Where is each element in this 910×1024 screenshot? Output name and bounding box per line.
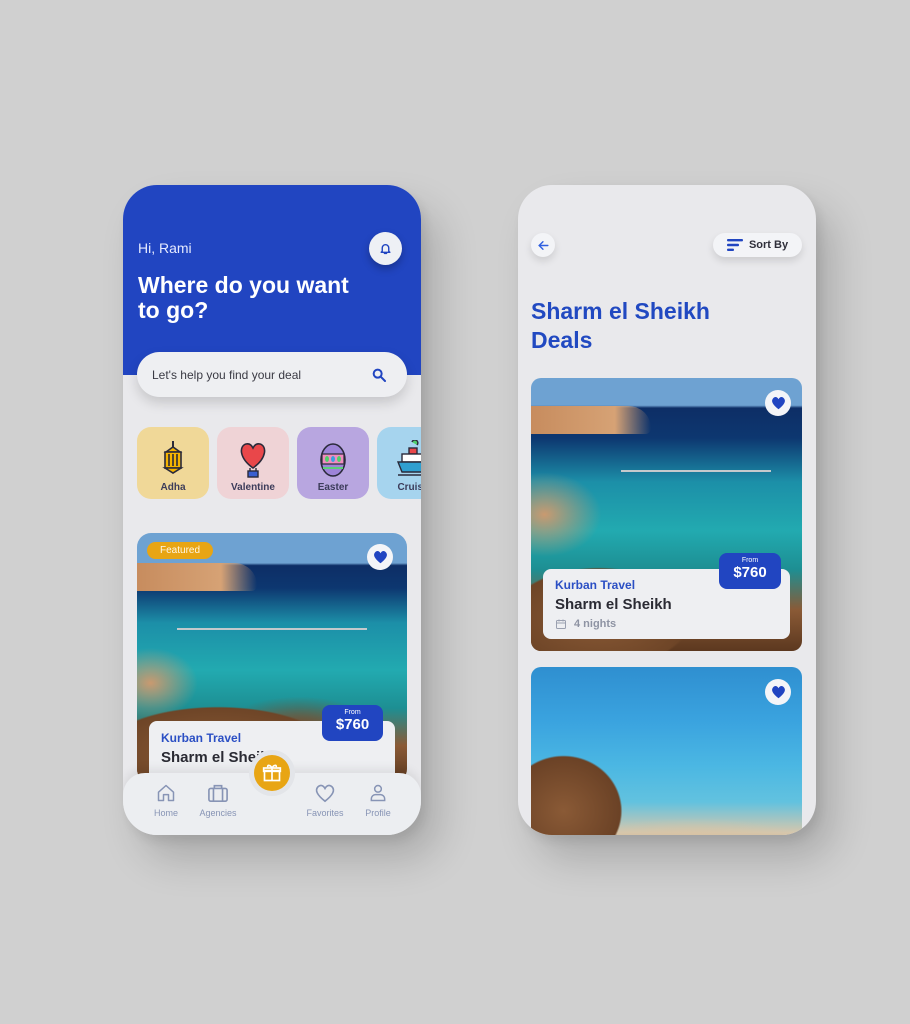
user-icon xyxy=(370,784,386,802)
favorite-button[interactable] xyxy=(367,544,393,570)
photo-pier xyxy=(621,470,771,472)
deal-card[interactable]: Kurban Travel Sharm el Sheikh 4 nights F… xyxy=(531,378,802,651)
category-easter[interactable]: Easter xyxy=(297,427,369,499)
category-label: Cruise xyxy=(397,482,421,493)
page-title: Sharm el Sheikh Deals xyxy=(531,298,710,353)
price-prefix: From xyxy=(741,557,759,564)
greeting-text: Hi, Rami xyxy=(138,240,192,256)
back-button[interactable] xyxy=(531,233,555,257)
sort-button[interactable]: Sort By xyxy=(713,233,802,257)
nav-label: Favorites xyxy=(306,808,344,818)
search-placeholder: Let's help you find your deal xyxy=(152,367,302,382)
gift-icon xyxy=(262,764,282,782)
heart-balloon-icon xyxy=(240,443,266,478)
price-value: $760 xyxy=(733,564,767,581)
heart-filled-icon xyxy=(771,686,785,699)
nav-home[interactable]: Home xyxy=(136,783,196,818)
nav-agencies[interactable]: Agencies xyxy=(188,783,248,818)
photo-pier xyxy=(177,628,367,630)
deal-card[interactable] xyxy=(531,667,802,835)
search-input[interactable]: Let's help you find your deal xyxy=(137,352,407,397)
category-list: Adha Valentine Easter Cruise xyxy=(137,427,421,499)
featured-badge: Featured xyxy=(147,542,214,559)
nav-favorites[interactable]: Favorites xyxy=(295,783,355,818)
category-label: Valentine xyxy=(231,482,275,493)
notifications-button[interactable] xyxy=(369,232,402,265)
destination-name: Sharm el Sheikh xyxy=(555,596,672,613)
heart-outline-icon xyxy=(315,784,335,803)
category-valentine[interactable]: Valentine xyxy=(217,427,289,499)
price-value: $760 xyxy=(335,716,370,733)
deals-screen: Sort By Sharm el Sheikh Deals Kurban Tra… xyxy=(518,185,816,835)
price-tag: From $760 xyxy=(719,553,781,589)
category-adha[interactable]: Adha xyxy=(137,427,209,499)
deal-photo xyxy=(531,667,802,835)
briefcase-icon xyxy=(208,784,228,802)
easter-egg-icon xyxy=(320,443,346,477)
photo-cliff xyxy=(137,563,257,591)
calendar-icon xyxy=(556,619,566,629)
bell-icon xyxy=(380,244,391,255)
heart-filled-icon xyxy=(373,551,387,564)
nav-label: Home xyxy=(153,808,178,818)
gift-button[interactable] xyxy=(254,755,290,791)
price-tag: From $760 xyxy=(322,705,383,741)
sort-label: Sort By xyxy=(748,239,789,251)
arrow-left-icon xyxy=(537,240,549,250)
nav-label: Agencies xyxy=(199,808,237,818)
home-icon xyxy=(157,784,175,802)
photo-cliff xyxy=(531,406,651,434)
sort-icon xyxy=(726,239,743,251)
favorite-button[interactable] xyxy=(765,679,791,705)
ship-icon xyxy=(396,440,421,476)
price-prefix: From xyxy=(344,709,361,716)
duration-text: 4 nights xyxy=(574,618,617,630)
favorite-button[interactable] xyxy=(765,390,791,416)
nav-label: Profile xyxy=(365,808,391,818)
featured-deal-card[interactable]: Featured Kurban Travel Sharm el Sheikh F… xyxy=(137,533,407,783)
category-label: Adha xyxy=(160,482,186,493)
heart-filled-icon xyxy=(771,397,785,410)
home-screen: Hi, Rami Where do you want to go? Let's … xyxy=(123,185,421,835)
category-label: Easter xyxy=(317,482,349,493)
category-cruise[interactable]: Cruise xyxy=(377,427,421,499)
nav-profile[interactable]: Profile xyxy=(348,783,408,818)
lantern-icon xyxy=(162,441,184,474)
duration-row: 4 nights xyxy=(555,618,778,630)
search-icon[interactable] xyxy=(371,367,387,383)
page-headline: Where do you want to go? xyxy=(138,272,349,323)
